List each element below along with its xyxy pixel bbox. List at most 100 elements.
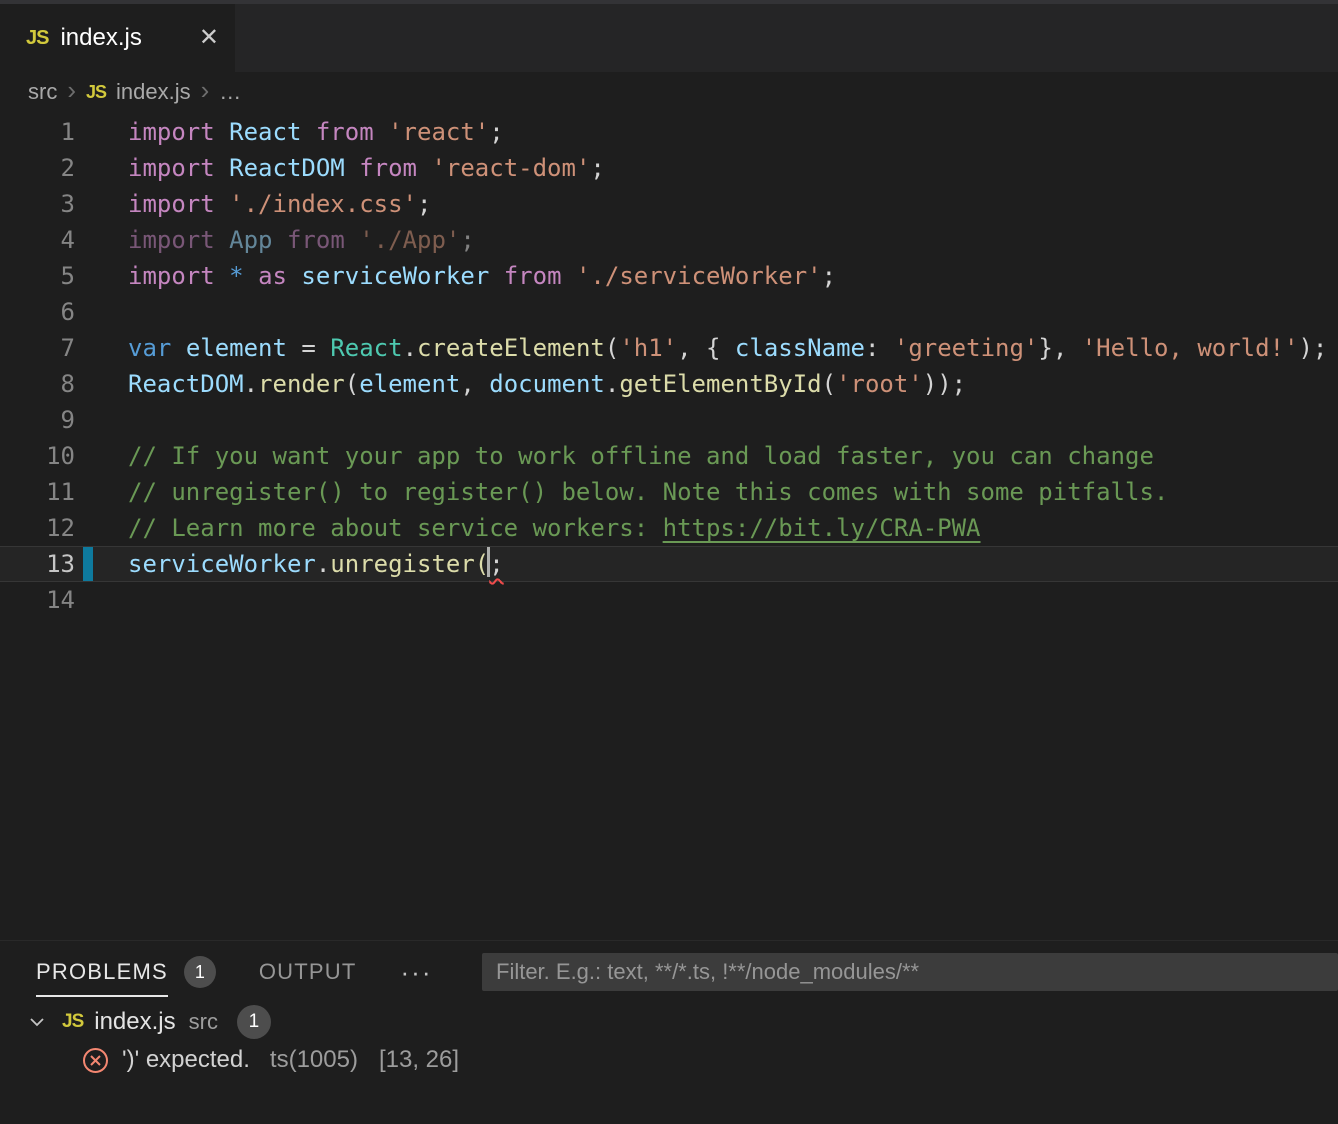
code-line[interactable]: 10// If you want your app to work offlin… [0,438,1338,474]
code-token: 'Hello, world!' [1082,334,1299,362]
code-token [301,118,315,146]
line-number: 6 [0,294,75,330]
code-token [215,262,229,290]
code-token [374,118,388,146]
code-line-content: // unregister() to register() below. Not… [75,474,1168,510]
breadcrumb: src › JS index.js › … [0,72,1338,112]
code-token: . [244,370,258,398]
code-line-content: ReactDOM.render(element, document.getEle… [75,366,966,402]
code-line-content [75,402,128,438]
problems-tab-label: PROBLEMS [36,959,168,985]
breadcrumb-symbol[interactable]: … [219,79,241,105]
code-line[interactable]: 14 [0,582,1338,618]
code-line-content: // Learn more about service workers: htt… [75,510,981,546]
code-token: document [489,370,605,398]
panel-header: PROBLEMS 1 OUTPUT ··· [0,941,1338,1003]
code-line[interactable]: 12// Learn more about service workers: h… [0,510,1338,546]
comment-link[interactable]: https://bit.ly/CRA-PWA [663,514,981,542]
problems-file-name: index.js [94,1008,175,1036]
tab-problems[interactable]: PROBLEMS [36,941,168,1003]
code-line[interactable]: 3import './index.css'; [0,186,1338,222]
line-number: 12 [0,510,75,546]
code-token: ; [822,262,836,290]
code-token: render [258,370,345,398]
output-tab-label: OUTPUT [259,959,357,985]
code-token [215,226,229,254]
code-token [215,190,229,218]
code-token: 'root' [836,370,923,398]
code-token [215,118,229,146]
code-token: = [287,334,330,362]
code-line-content [75,294,128,330]
code-token [287,262,301,290]
code-token: unregister [330,550,475,578]
code-line[interactable]: 7var element = React.createElement('h1',… [0,330,1338,366]
code-token: import [128,190,215,218]
code-line[interactable]: 9 [0,402,1338,438]
code-token: 'react' [388,118,489,146]
code-token: // Learn more about service workers: [128,514,663,542]
chevron-right-icon: › [67,77,76,103]
chevron-down-icon[interactable] [26,1012,48,1032]
code-token: React [330,334,402,362]
problems-file-row[interactable]: JS index.js src 1 [0,1003,1338,1041]
code-token: import [128,262,215,290]
code-token: )); [923,370,966,398]
problems-filter-input[interactable] [482,953,1338,991]
problems-file-path: src [189,1009,218,1035]
line-number: 2 [0,150,75,186]
code-token: var [128,334,171,362]
close-icon[interactable]: ✕ [199,26,219,50]
code-token: // unregister() to register() below. Not… [128,478,1168,506]
code-token: serviceWorker [128,550,316,578]
code-token: React [229,118,301,146]
code-token: App [229,226,272,254]
code-token: ReactDOM [229,154,345,182]
code-line[interactable]: 2import ReactDOM from 'react-dom'; [0,150,1338,186]
code-line[interactable]: 6 [0,294,1338,330]
code-line-content: import ReactDOM from 'react-dom'; [75,150,605,186]
code-token: ); [1298,334,1327,362]
code-line[interactable]: 13serviceWorker.unregister(; [0,546,1338,582]
breadcrumb-folder[interactable]: src [28,79,57,105]
code-token: import [128,154,215,182]
code-token: . [316,550,330,578]
code-line[interactable]: 1import React from 'react'; [0,114,1338,150]
modified-line-gutter-indicator [83,547,93,581]
code-token: ; [489,118,503,146]
problem-source: ts(1005) [270,1046,358,1074]
code-token: from [316,118,374,146]
code-line[interactable]: 4import App from './App'; [0,222,1338,258]
tab-output[interactable]: OUTPUT [259,941,357,1003]
code-line[interactable]: 8ReactDOM.render(element, document.getEl… [0,366,1338,402]
code-token [417,154,431,182]
line-number: 7 [0,330,75,366]
code-token: className [735,334,865,362]
bottom-panel: PROBLEMS 1 OUTPUT ··· JS index.js src 1 [0,940,1338,1124]
code-token: 'react-dom' [431,154,590,182]
code-token: ; [460,226,474,254]
code-token: }, [1038,334,1081,362]
code-token: ( [605,334,619,362]
tab-index-js[interactable]: JS index.js ✕ [0,0,235,72]
code-token: . [403,334,417,362]
code-line[interactable]: 5import * as serviceWorker from './servi… [0,258,1338,294]
code-editor[interactable]: 1import React from 'react';2import React… [0,112,1338,618]
code-token: serviceWorker [301,262,489,290]
code-line[interactable]: 11// unregister() to register() below. N… [0,474,1338,510]
code-token: ReactDOM [128,370,244,398]
code-token: './index.css' [229,190,417,218]
code-token: , [460,370,489,398]
code-token: 'h1' [619,334,677,362]
line-number: 5 [0,258,75,294]
code-token: './App' [359,226,460,254]
code-token: ( [822,370,836,398]
code-token: from [504,262,562,290]
more-actions-icon[interactable]: ··· [401,957,433,988]
problem-item-row[interactable]: ')' expected. ts(1005) [13, 26] [0,1041,1338,1079]
breadcrumb-file[interactable]: index.js [116,79,191,105]
code-token: './serviceWorker' [576,262,822,290]
js-file-icon: JS [26,27,48,50]
code-line-content: import './index.css'; [75,186,431,222]
file-problems-badge: 1 [237,1005,271,1039]
